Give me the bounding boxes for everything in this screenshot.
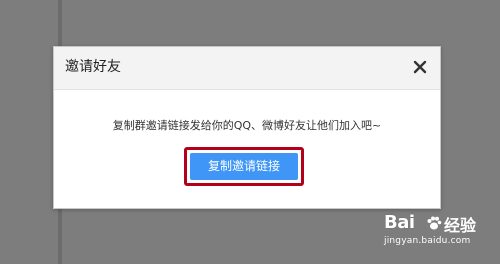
watermark-suffix: 经验 xyxy=(444,216,477,235)
dialog-title: 邀请好友 xyxy=(65,59,121,75)
paw-icon xyxy=(427,216,442,230)
copy-invite-link-button[interactable]: 复制邀请链接 xyxy=(190,153,298,180)
watermark-url: jingyan.baidu.com xyxy=(384,236,471,246)
invite-friends-dialog: 邀请好友 复制群邀请链接发给你的QQ、微博好友让他们加入吧~ 复制邀请链接 xyxy=(53,46,441,209)
baidu-jingyan-watermark: Bai 经验 jingyan.baidu.com xyxy=(384,210,488,248)
dialog-body: 复制群邀请链接发给你的QQ、微博好友让他们加入吧~ 复制邀请链接 xyxy=(54,90,440,208)
close-button[interactable] xyxy=(410,57,430,77)
invite-message: 复制群邀请链接发给你的QQ、微博好友让他们加入吧~ xyxy=(112,119,382,132)
watermark-brand: Bai xyxy=(384,212,415,233)
dialog-header: 邀请好友 xyxy=(54,47,440,90)
close-icon xyxy=(413,60,427,74)
